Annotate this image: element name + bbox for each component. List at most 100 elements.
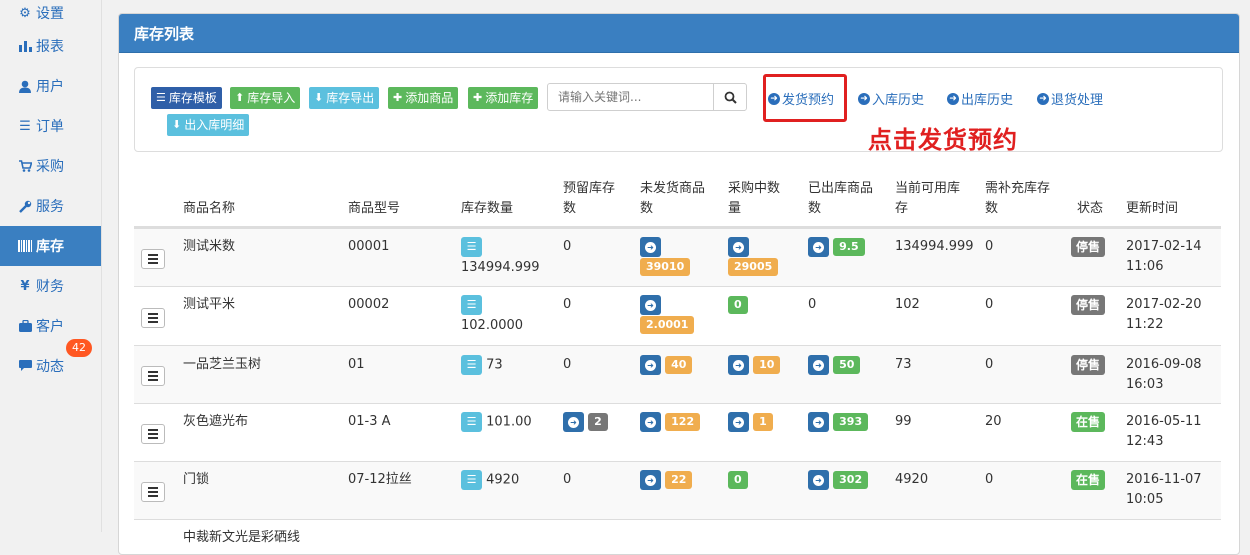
stock-list-icon[interactable]: ☰ — [461, 355, 482, 375]
sidebar-item-activity[interactable]: 动态 42 — [0, 339, 101, 386]
list-icon: ☰ — [156, 91, 166, 104]
plus-icon: ✚ — [393, 91, 403, 104]
sidebar-item-finance[interactable]: ¥ 财务 — [0, 266, 101, 306]
sidebar-item-label: 服务 — [36, 199, 64, 215]
stock-qty: ☰ 4920 — [461, 470, 519, 491]
arrow-circle-right-icon[interactable]: ➜ — [728, 237, 749, 257]
table-row: 中裁新文光是彩硒线 — [134, 519, 1221, 554]
user-icon — [17, 80, 33, 93]
search-button[interactable] — [713, 83, 747, 111]
shipped-qty: ➜ 393 — [808, 412, 869, 433]
updated-time: 2016-09-08 16:03 — [1126, 357, 1202, 392]
arrow-circle-right-icon[interactable]: ➜ — [640, 470, 661, 490]
purchasing-qty: 0 — [728, 295, 748, 315]
stock-list-icon[interactable]: ☰ — [461, 295, 482, 315]
toolbar: ☰库存模板 ⬆库存导入 ⬇库存导出 ✚添加商品 ✚添加库存 ⬇出入库明细 ➜发货… — [134, 67, 1223, 154]
product-model: 01 — [348, 357, 365, 372]
purchasing-qty: ➜ 1 — [728, 412, 773, 433]
status-badge: 在售 — [1071, 470, 1106, 491]
reserved-qty: 0 — [563, 239, 572, 254]
shipped-qty: ➜ 9.5 — [808, 237, 865, 258]
updated-time: 2017-02-14 11:06 — [1126, 239, 1202, 274]
sidebar-item-orders[interactable]: ☰ 订单 — [0, 106, 101, 146]
annotation-highlight-box — [763, 74, 847, 122]
inventory-export-button[interactable]: ⬇ 库存导出 — [309, 87, 380, 109]
inventory-template-button[interactable]: ☰ 库存模板 — [151, 87, 222, 109]
product-name: 灰色遮光布 — [183, 414, 249, 429]
arrow-circle-right-icon: ➜ — [1037, 92, 1049, 105]
stock-list-icon[interactable]: ☰ — [461, 412, 482, 432]
row-menu-button[interactable] — [141, 482, 165, 502]
sidebar-item-label: 客户 — [36, 319, 64, 335]
inventory-import-button[interactable]: ⬆ 库存导入 — [230, 87, 301, 109]
sidebar-item-purchase[interactable]: 采购 — [0, 146, 101, 186]
arrow-circle-right-icon[interactable]: ➜ — [808, 237, 829, 257]
arrow-circle-right-icon[interactable]: ➜ — [808, 355, 829, 375]
product-name: 测试米数 — [183, 239, 236, 254]
sidebar-item-users[interactable]: 用户 — [0, 66, 101, 106]
bar-chart-icon — [17, 40, 33, 52]
unshipped-qty: ➜ 122 — [640, 412, 701, 433]
status-badge: 停售 — [1071, 295, 1106, 316]
sidebar-item-label: 库存 — [36, 239, 64, 255]
sidebar-item-label: 报表 — [36, 39, 64, 55]
arrow-circle-right-icon: ➜ — [947, 92, 959, 105]
need-qty: 0 — [985, 357, 994, 372]
arrow-circle-right-icon[interactable]: ➜ — [640, 355, 661, 375]
available-qty: 99 — [895, 414, 912, 429]
add-stock-button[interactable]: ✚ 添加库存 — [468, 87, 539, 109]
sidebar-item-settings[interactable]: ⚙ 设置 — [0, 0, 101, 26]
purchasing-qty: 0 — [728, 470, 748, 490]
search-icon — [724, 91, 737, 104]
updated-time: 2016-11-07 10:05 — [1126, 472, 1202, 507]
unshipped-qty: ➜ 22 — [640, 470, 693, 491]
row-menu-button[interactable] — [141, 366, 165, 386]
stock-list-icon[interactable]: ☰ — [461, 237, 482, 257]
sidebar-item-label: 采购 — [36, 159, 64, 175]
returns-link[interactable]: ➜ 退货处理 — [1037, 89, 1103, 108]
available-qty: 73 — [895, 357, 912, 372]
need-qty: 0 — [985, 472, 994, 487]
reserved-qty: 0 — [563, 472, 572, 487]
stock-list-icon[interactable]: ☰ — [461, 470, 482, 490]
notification-badge: 42 — [66, 339, 92, 357]
row-menu-button[interactable] — [141, 249, 165, 269]
sidebar-item-label: 用户 — [36, 79, 64, 95]
add-product-button[interactable]: ✚ 添加商品 — [388, 87, 459, 109]
shipped-qty: ➜ 302 — [808, 470, 869, 491]
stock-qty: ☰ 101.00 — [461, 412, 532, 433]
inventory-panel: 库存列表 ☰ 库存模板 ⬆ 库存导入 ⬇ 库存导出 ✚ 添加商品 ✚ 添加库存 ⬇ 出入库明… — [118, 13, 1240, 555]
arrow-circle-right-icon[interactable]: ➜ — [640, 412, 661, 432]
arrow-circle-right-icon[interactable]: ➜ — [728, 355, 749, 375]
sidebar-item-reports[interactable]: 报表 — [0, 26, 101, 66]
arrow-circle-right-icon[interactable]: ➜ — [808, 470, 829, 490]
arrow-circle-right-icon: ➜ — [858, 92, 870, 105]
reserved-qty: 0 — [563, 297, 572, 312]
sidebar-item-label: 动态 — [36, 359, 64, 375]
sidebar-item-label: 设置 — [36, 6, 64, 22]
row-menu-button[interactable] — [141, 424, 165, 444]
purchasing-qty: ➜ 29005 — [728, 237, 779, 278]
arrow-circle-right-icon[interactable]: ➜ — [808, 412, 829, 432]
arrow-circle-right-icon[interactable]: ➜ — [563, 412, 584, 432]
inout-detail-button[interactable]: ⬇ 出入库明细 — [167, 114, 250, 136]
available-qty: 102 — [895, 297, 920, 312]
in-history-link[interactable]: ➜ 入库历史 — [858, 89, 924, 108]
sidebar-item-label: 订单 — [36, 119, 64, 135]
arrow-circle-right-icon[interactable]: ➜ — [640, 237, 661, 257]
row-menu-button[interactable] — [141, 308, 165, 328]
available-qty: 4920 — [895, 472, 929, 487]
cart-icon — [17, 160, 33, 172]
header-reserved: 预留库存数 — [563, 181, 616, 216]
header-unshipped: 未发货商品数 — [640, 181, 706, 216]
product-model: 00002 — [348, 297, 390, 312]
unshipped-qty: ➜ 39010 — [640, 237, 691, 278]
product-name: 门锁 — [183, 472, 210, 487]
shipped-qty: 0 — [808, 297, 817, 312]
arrow-circle-right-icon[interactable]: ➜ — [640, 295, 661, 315]
sidebar-item-service[interactable]: 服务 — [0, 186, 101, 226]
arrow-circle-right-icon[interactable]: ➜ — [728, 412, 749, 432]
sidebar-item-inventory[interactable]: 库存 — [0, 226, 101, 266]
out-history-link[interactable]: ➜ 出库历史 — [947, 89, 1013, 108]
header-shipped: 已出库商品数 — [808, 181, 874, 216]
